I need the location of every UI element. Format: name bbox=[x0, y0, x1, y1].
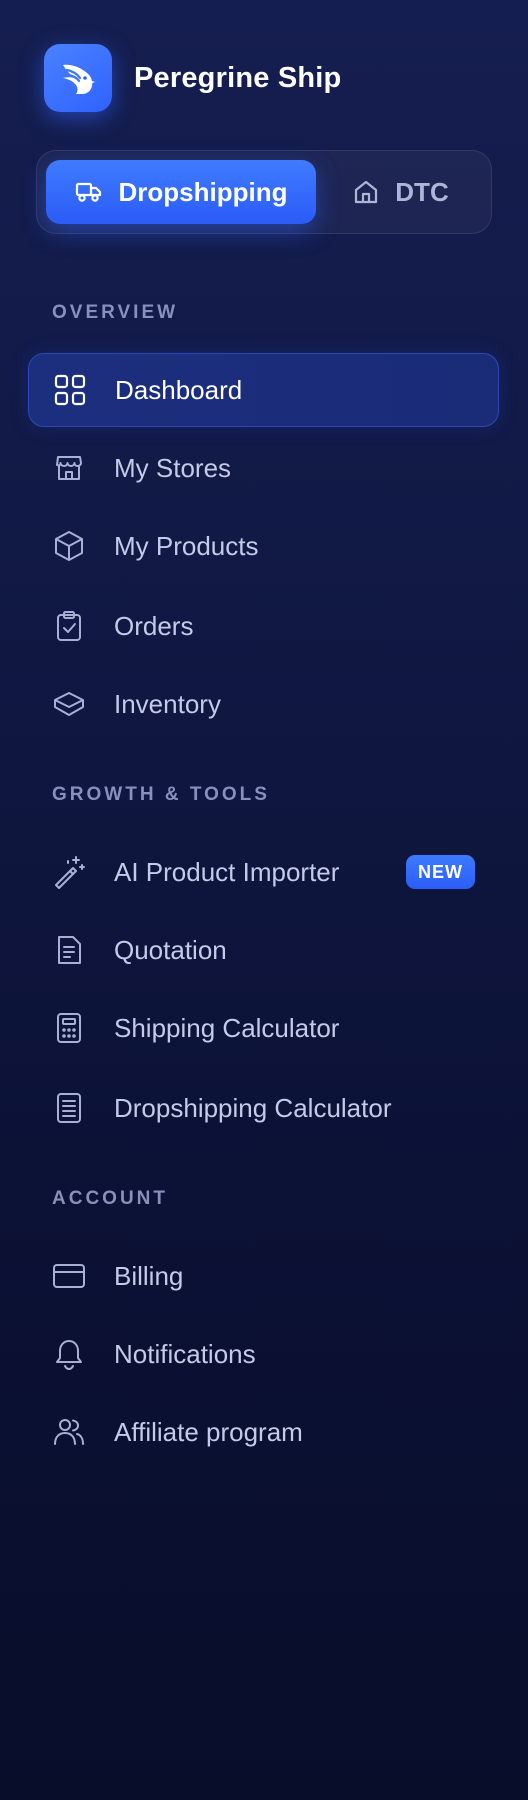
sidebar-item-orders[interactable]: Orders bbox=[28, 589, 499, 663]
sidebar-item-label: AI Product Importer bbox=[114, 856, 340, 887]
store-icon bbox=[52, 451, 86, 485]
sidebar-item-label: Orders bbox=[114, 610, 194, 641]
sidebar-item-label: Affiliate program bbox=[114, 1416, 303, 1447]
section-growth-title: GROWTH & TOOLS bbox=[52, 784, 270, 805]
grid-icon bbox=[53, 373, 87, 407]
brand-name: Peregrine Ship bbox=[134, 61, 342, 94]
mode-switch: Dropshipping DTC bbox=[36, 150, 492, 234]
sidebar-item-my-products[interactable]: My Products bbox=[28, 509, 499, 583]
box-icon bbox=[52, 529, 86, 563]
new-badge: NEW bbox=[406, 855, 475, 889]
mode-dropshipping-button[interactable]: Dropshipping bbox=[46, 160, 316, 224]
sidebar-item-label: My Stores bbox=[114, 452, 232, 483]
sidebar-item-label: Dashboard bbox=[115, 374, 243, 405]
clipboard-check-icon bbox=[52, 609, 86, 643]
sidebar-item-dropshipping-calculator[interactable]: Dropshipping Calculator bbox=[28, 1071, 499, 1145]
document-icon bbox=[52, 933, 86, 967]
list-document-icon bbox=[52, 1091, 86, 1125]
section-account-title: ACCOUNT bbox=[52, 1188, 168, 1209]
sidebar-item-label: Shipping Calculator bbox=[114, 1012, 340, 1043]
mode-dtc-button[interactable]: DTC bbox=[319, 160, 483, 224]
sidebar: Peregrine Ship Dropshipping DTC OVERVIEW… bbox=[0, 0, 528, 1800]
sidebar-item-shipping-calculator[interactable]: Shipping Calculator bbox=[28, 991, 499, 1065]
sidebar-item-inventory[interactable]: Inventory bbox=[28, 667, 499, 741]
credit-card-icon bbox=[52, 1259, 86, 1293]
sidebar-item-label: Inventory bbox=[114, 688, 221, 719]
calculator-icon bbox=[52, 1011, 86, 1045]
brand[interactable]: Peregrine Ship bbox=[44, 44, 341, 112]
sidebar-item-ai-product-importer[interactable]: AI Product Importer NEW bbox=[28, 835, 499, 909]
sidebar-item-quotation[interactable]: Quotation bbox=[28, 913, 499, 987]
truck-icon bbox=[75, 181, 103, 203]
section-overview-title: OVERVIEW bbox=[52, 302, 179, 323]
sidebar-item-notifications[interactable]: Notifications bbox=[28, 1317, 499, 1391]
users-icon bbox=[52, 1415, 86, 1449]
home-icon bbox=[353, 179, 379, 205]
sidebar-item-label: Notifications bbox=[114, 1338, 256, 1369]
sidebar-item-label: Billing bbox=[114, 1260, 184, 1291]
sidebar-item-label: Dropshipping Calculator bbox=[114, 1092, 392, 1123]
falcon-logo-icon bbox=[44, 44, 112, 112]
magic-wand-icon bbox=[52, 855, 86, 889]
sidebar-item-affiliate-program[interactable]: Affiliate program bbox=[28, 1395, 499, 1469]
sidebar-item-my-stores[interactable]: My Stores bbox=[28, 431, 499, 505]
mode-dropshipping-label: Dropshipping bbox=[118, 176, 288, 207]
sidebar-item-dashboard[interactable]: Dashboard bbox=[28, 353, 499, 427]
bell-icon bbox=[52, 1337, 86, 1371]
mode-dtc-label: DTC bbox=[395, 176, 449, 207]
sidebar-item-label: My Products bbox=[114, 530, 259, 561]
package-open-icon bbox=[52, 687, 86, 721]
sidebar-item-label: Quotation bbox=[114, 934, 227, 965]
sidebar-item-billing[interactable]: Billing bbox=[28, 1239, 499, 1313]
